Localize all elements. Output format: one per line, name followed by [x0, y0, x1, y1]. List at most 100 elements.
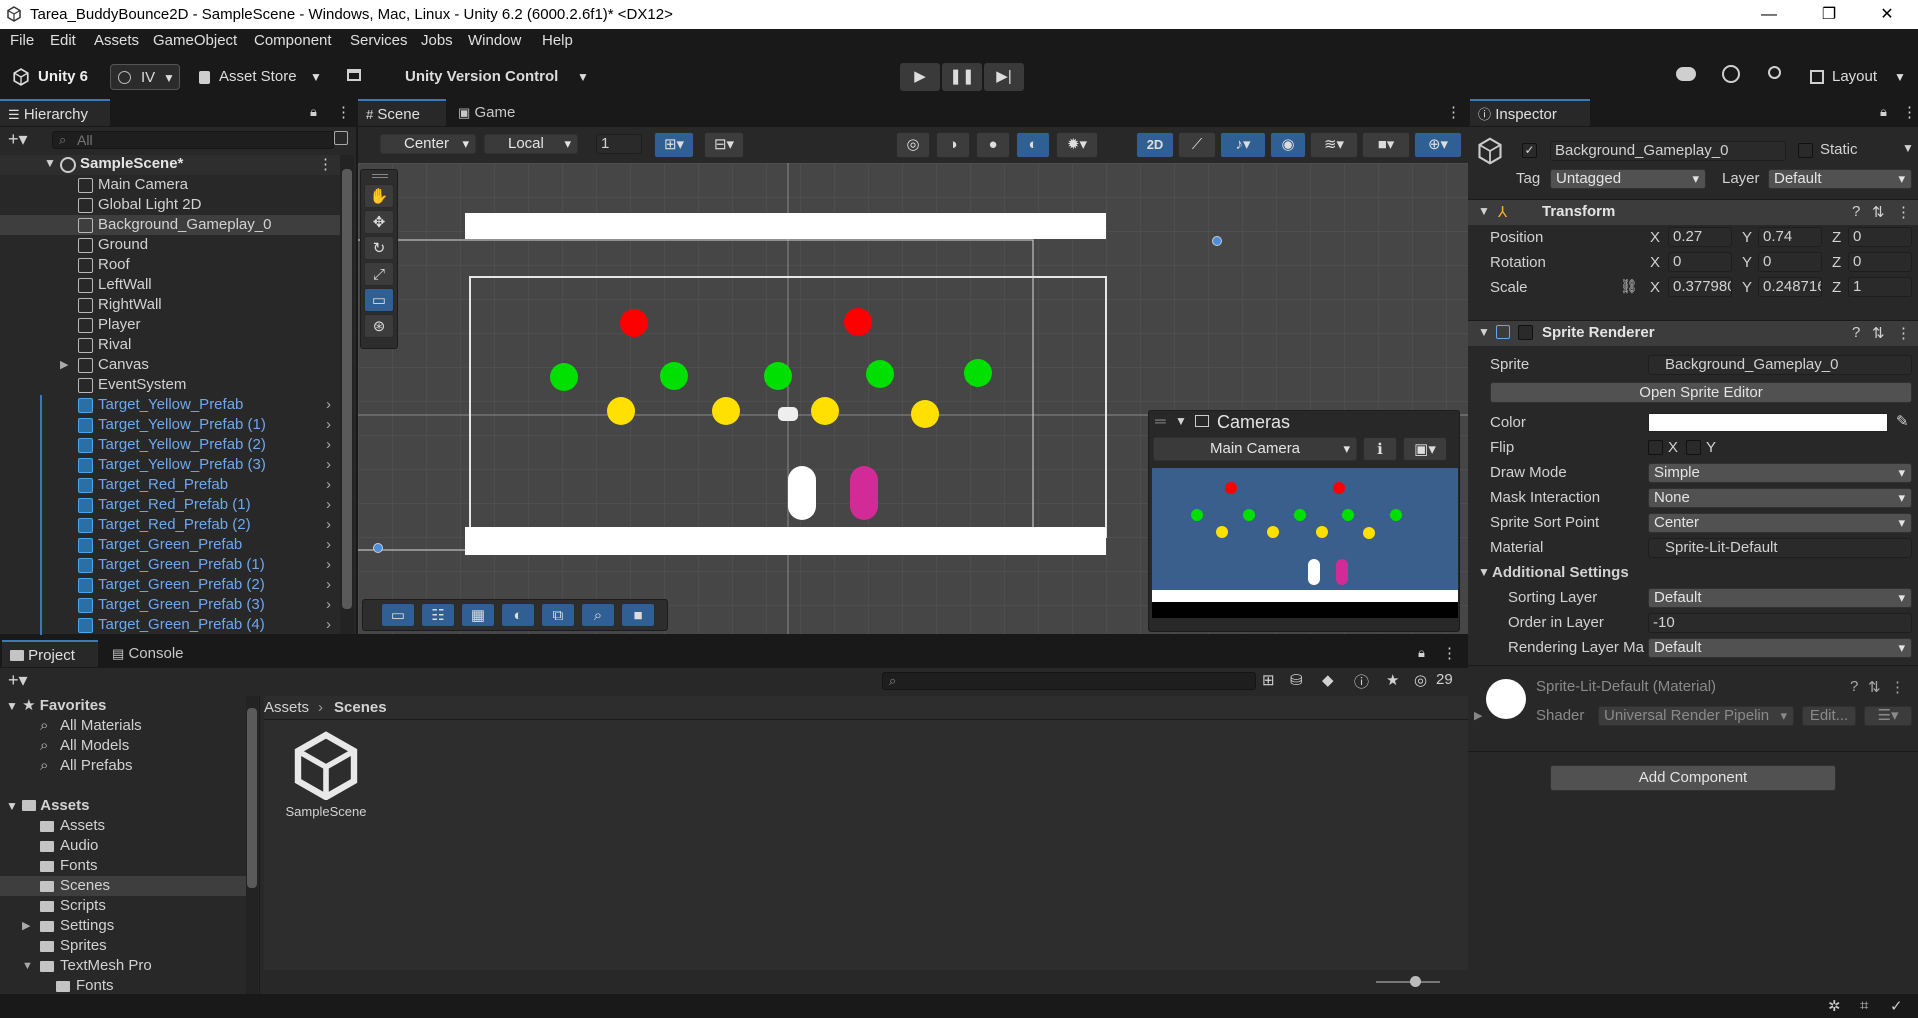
- hand-tool-button[interactable]: ✋: [364, 184, 394, 208]
- audio-button[interactable]: ♪▾: [1220, 132, 1266, 158]
- hierarchy-item[interactable]: Roof: [0, 255, 340, 275]
- shader-options-button[interactable]: ☰▾: [1864, 706, 1912, 726]
- hierarchy-item[interactable]: Target_Yellow_Prefab (1) ›: [0, 415, 340, 435]
- chevron-right-icon[interactable]: ›: [326, 575, 331, 595]
- scale-x-field[interactable]: 0.377980: [1668, 277, 1732, 297]
- restore-button[interactable]: ❐: [1806, 2, 1852, 28]
- additional-settings-label[interactable]: Additional Settings: [1492, 564, 1629, 581]
- transform-tool-button[interactable]: ⊛: [364, 314, 394, 338]
- chevron-down-icon[interactable]: ▼: [1902, 141, 1914, 155]
- static-checkbox[interactable]: [1798, 143, 1813, 158]
- target-yellow[interactable]: [712, 397, 740, 425]
- asset-item-samplescene[interactable]: SampleScene: [276, 730, 376, 830]
- more-icon[interactable]: ⋮: [1896, 203, 1911, 221]
- menu-help[interactable]: Help: [542, 32, 573, 49]
- draw-mode-dropdown[interactable]: Simple: [1648, 463, 1912, 483]
- hierarchy-item[interactable]: Rival: [0, 335, 340, 355]
- rotation-z-field[interactable]: 0: [1848, 252, 1912, 272]
- snap-value-field[interactable]: 1: [596, 134, 642, 154]
- position-x-field[interactable]: 0.27: [1668, 227, 1732, 247]
- scene-root[interactable]: ▼ SampleScene* ⋮: [0, 155, 340, 175]
- folder-item[interactable]: Sprites: [0, 936, 246, 956]
- layout-dropdown[interactable]: Layout ▼: [1808, 64, 1912, 90]
- hierarchy-item[interactable]: Main Camera: [0, 175, 340, 195]
- tab-game[interactable]: ▣ Game: [450, 99, 530, 126]
- sprite-object-field[interactable]: Background_Gameplay_0: [1648, 355, 1912, 375]
- player-sprite[interactable]: [788, 466, 816, 520]
- progress-icon[interactable]: ⌗: [1860, 997, 1868, 1014]
- shader-edit-button[interactable]: Edit...: [1802, 706, 1856, 726]
- unlit-button[interactable]: ●: [976, 132, 1010, 158]
- hierarchy-item[interactable]: Target_Green_Prefab (2) ›: [0, 575, 340, 595]
- hierarchy-item[interactable]: Background_Gameplay_0: [0, 215, 340, 235]
- scrollbar-thumb[interactable]: [342, 169, 352, 609]
- drag-handle[interactable]: [372, 174, 388, 178]
- warning-icon[interactable]: ⓘ: [1354, 671, 1369, 692]
- open-sprite-editor-button[interactable]: Open Sprite Editor: [1490, 382, 1912, 403]
- camera-gizmo-icon[interactable]: [778, 407, 798, 421]
- favorites-header[interactable]: ▼ ★ Favorites: [0, 696, 260, 716]
- sprite-sort-point-dropdown[interactable]: Center: [1648, 513, 1912, 533]
- target-green[interactable]: [964, 359, 992, 387]
- add-component-button[interactable]: Add Component: [1550, 765, 1836, 791]
- sorting-layer-dropdown[interactable]: Default: [1648, 588, 1912, 608]
- hierarchy-item[interactable]: RightWall: [0, 295, 340, 315]
- orbit-button[interactable]: ◎: [896, 132, 930, 158]
- menu-services[interactable]: Services: [350, 32, 408, 49]
- rotate-tool-button[interactable]: ↻: [364, 236, 394, 260]
- search-options-icon[interactable]: [334, 131, 348, 145]
- hierarchy-item[interactable]: ▶ Canvas: [0, 355, 340, 375]
- target-yellow[interactable]: [607, 397, 635, 425]
- account-dropdown[interactable]: IV ▼: [110, 64, 180, 90]
- more-icon[interactable]: ⋮: [1902, 103, 1917, 121]
- chevron-right-icon[interactable]: ›: [326, 455, 331, 475]
- expand-arrow-icon[interactable]: ▼: [44, 156, 56, 170]
- breadcrumb-scenes[interactable]: Scenes: [334, 699, 387, 716]
- menu-gameobject[interactable]: GameObject: [153, 32, 237, 49]
- scale-y-field[interactable]: 0.248716: [1758, 277, 1822, 297]
- position-y-field[interactable]: 0.74: [1758, 227, 1822, 247]
- debug-button[interactable]: ✹▾: [1056, 132, 1098, 158]
- search-overlay-button[interactable]: ⌕: [581, 603, 615, 627]
- hierarchy-item[interactable]: Global Light 2D: [0, 195, 340, 215]
- mode-2d-button[interactable]: 2D: [1136, 132, 1174, 158]
- tab-inspector[interactable]: ⓘ Inspector: [1470, 99, 1590, 126]
- more-icon[interactable]: ⋮: [1890, 678, 1905, 696]
- flip-x-checkbox[interactable]: [1648, 440, 1663, 455]
- color-swatch[interactable]: [1648, 413, 1888, 432]
- expand-arrow-icon[interactable]: ▼: [22, 956, 33, 976]
- project-search-input[interactable]: ⌕: [882, 672, 1256, 690]
- active-checkbox[interactable]: ✓: [1522, 143, 1537, 158]
- rival-sprite[interactable]: [850, 466, 878, 520]
- chevron-right-icon[interactable]: ›: [326, 435, 331, 455]
- more-icon[interactable]: ⋮: [336, 103, 351, 121]
- transform-header[interactable]: ▼ ⅄ Transform ? ⇅ ⋮: [1468, 199, 1918, 225]
- material-object-field[interactable]: Sprite-Lit-Default: [1648, 538, 1912, 558]
- history-icon[interactable]: [1722, 65, 1740, 83]
- expand-arrow-icon[interactable]: ▶: [22, 916, 30, 936]
- pivot-dropdown[interactable]: Center: [380, 134, 476, 154]
- more-icon[interactable]: ⋮: [1896, 324, 1911, 342]
- tab-scene[interactable]: # Scene: [358, 99, 446, 126]
- close-button[interactable]: ✕: [1864, 2, 1910, 28]
- hierarchy-item[interactable]: Target_Red_Prefab ›: [0, 475, 340, 495]
- grid-snap-button[interactable]: ⊞▾: [654, 132, 694, 158]
- more-icon[interactable]: ⋮: [1442, 644, 1457, 662]
- order-in-layer-field[interactable]: -10: [1648, 613, 1912, 633]
- target-green[interactable]: [764, 362, 792, 390]
- wireframe-button[interactable]: ◐: [1016, 132, 1050, 158]
- grid-overlay-button[interactable]: ▦: [461, 603, 495, 627]
- drag-handle-icon[interactable]: ═: [1155, 413, 1166, 430]
- hierarchy-item[interactable]: Target_Yellow_Prefab ›: [0, 395, 340, 415]
- chevron-right-icon[interactable]: ›: [326, 615, 331, 635]
- tab-project[interactable]: Project: [2, 640, 98, 667]
- help-icon[interactable]: ?: [1852, 203, 1860, 220]
- minimize-button[interactable]: —: [1746, 2, 1792, 28]
- rect-overlay-button[interactable]: ▭: [381, 603, 415, 627]
- shader-dropdown[interactable]: Universal Render Pipelin: [1598, 706, 1794, 726]
- gizmos-button[interactable]: ⊕▾: [1414, 132, 1462, 158]
- more-icon[interactable]: ⋮: [318, 155, 333, 173]
- target-yellow[interactable]: [811, 397, 839, 425]
- checkmark-icon[interactable]: ✓: [1890, 997, 1903, 1015]
- expand-arrow-icon[interactable]: ▶: [1474, 709, 1482, 722]
